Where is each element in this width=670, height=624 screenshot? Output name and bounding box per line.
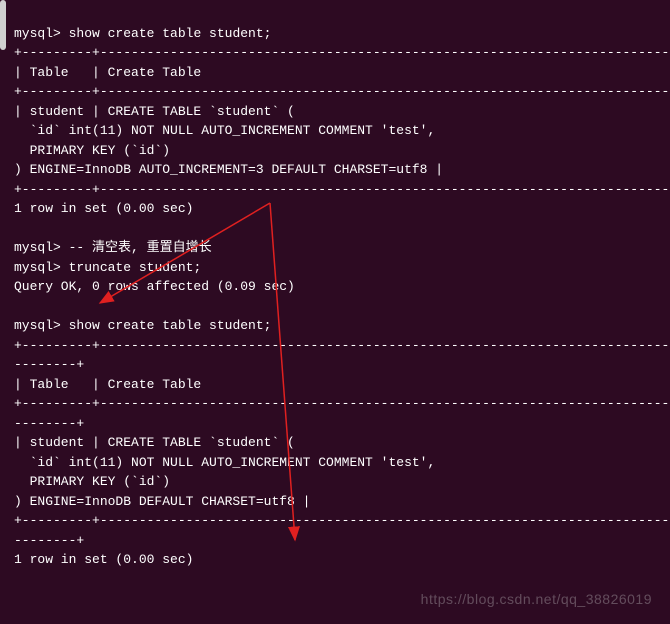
separator-small: --------+ bbox=[14, 533, 84, 548]
separator-line: +---------+-----------------------------… bbox=[14, 182, 670, 197]
prompt-text: mysql> bbox=[14, 318, 61, 333]
terminal-output: mysql> show create table student; +-----… bbox=[4, 4, 670, 570]
prompt-text: mysql> bbox=[14, 240, 61, 255]
command-comment: -- 清空表, 重置自增长 bbox=[69, 240, 212, 255]
command-show-create-1: show create table student; bbox=[69, 26, 272, 41]
result-query-ok: Query OK, 0 rows affected (0.09 sec) bbox=[14, 279, 295, 294]
result-rows: 1 row in set (0.00 sec) bbox=[14, 552, 193, 567]
table-row-line4: ) ENGINE=InnoDB AUTO_INCREMENT=3 DEFAULT… bbox=[14, 162, 443, 177]
watermark-text: https://blog.csdn.net/qq_38826019 bbox=[421, 589, 652, 610]
command-truncate: truncate student; bbox=[69, 260, 202, 275]
table-row-line2: `id` int(11) NOT NULL AUTO_INCREMENT COM… bbox=[14, 455, 435, 470]
command-show-create-2: show create table student; bbox=[69, 318, 272, 333]
prompt-text: mysql> bbox=[14, 26, 61, 41]
table-row-line1: | student | CREATE TABLE `student` ( bbox=[14, 435, 295, 450]
scrollbar-thumb[interactable] bbox=[0, 0, 6, 50]
separator-line: +---------+-----------------------------… bbox=[14, 45, 670, 60]
separator-line: +---------+-----------------------------… bbox=[14, 84, 670, 99]
header-row: | Table | Create Table | bbox=[14, 65, 670, 80]
header-row: | Table | Create Table | | bbox=[14, 377, 670, 392]
separator-line: +---------+-----------------------------… bbox=[14, 513, 670, 528]
separator-small: --------+ bbox=[14, 416, 84, 431]
separator-small: --------+ bbox=[14, 357, 84, 372]
table-row-line3: PRIMARY KEY (`id`) bbox=[14, 143, 170, 158]
table-row-line1: | student | CREATE TABLE `student` ( bbox=[14, 104, 295, 119]
separator-line: +---------+-----------------------------… bbox=[14, 338, 670, 353]
table-row-line4: ) ENGINE=InnoDB DEFAULT CHARSET=utf8 | bbox=[14, 494, 310, 509]
table-row-line2: `id` int(11) NOT NULL AUTO_INCREMENT COM… bbox=[14, 123, 435, 138]
separator-line: +---------+-----------------------------… bbox=[14, 396, 670, 411]
table-row-line3: PRIMARY KEY (`id`) bbox=[14, 474, 170, 489]
prompt-text: mysql> bbox=[14, 260, 61, 275]
result-rows: 1 row in set (0.00 sec) bbox=[14, 201, 193, 216]
